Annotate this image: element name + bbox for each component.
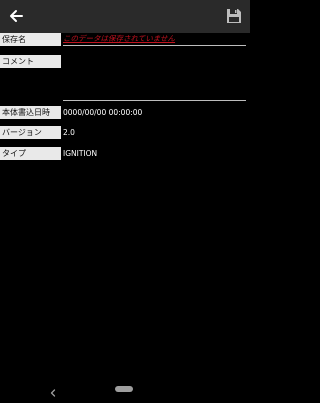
type-value: IGNITION	[63, 149, 98, 158]
back-button[interactable]	[6, 6, 26, 26]
type-label: タイプ	[0, 147, 61, 160]
comment-label: コメント	[0, 55, 61, 68]
version-value: 2.0	[63, 128, 75, 137]
write-datetime-value: 0000/00/00 00:00:00	[63, 108, 143, 117]
save-button[interactable]	[224, 6, 244, 26]
write-datetime-label: 本体書込日時	[0, 106, 61, 119]
arrow-left-icon	[10, 10, 23, 22]
app-toolbar	[0, 0, 250, 33]
chevron-left-icon	[50, 389, 56, 397]
comment-input[interactable]	[63, 55, 246, 101]
save-name-input[interactable]: このデータは保存されていません	[63, 33, 246, 46]
nav-back-button[interactable]	[47, 384, 59, 397]
home-pill-icon[interactable]	[115, 386, 133, 392]
system-nav-bar	[0, 378, 250, 401]
name-label: 保存名	[0, 33, 61, 46]
floppy-disk-icon	[227, 9, 241, 23]
version-label: バージョン	[0, 126, 61, 139]
